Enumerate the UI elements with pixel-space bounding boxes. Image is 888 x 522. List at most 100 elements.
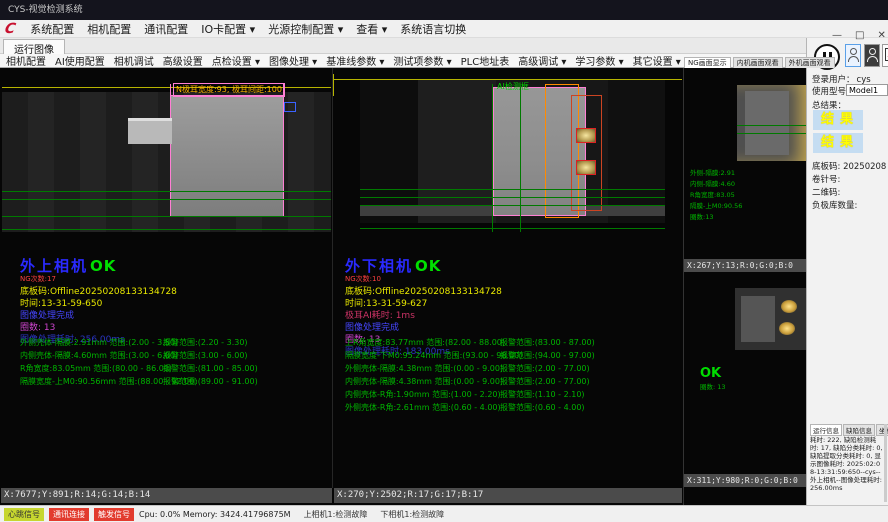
side-top-image[interactable] bbox=[737, 85, 808, 161]
side-bottom-coords: X:311;Y:980;R:0;G:0;B:0 bbox=[684, 474, 806, 487]
menu-light-config[interactable]: 光源控制配置 ▾ bbox=[268, 21, 343, 37]
left-measure-line-3 bbox=[2, 216, 331, 217]
side-bottom-part bbox=[741, 296, 775, 342]
exit-button[interactable]: → bbox=[882, 44, 888, 67]
tool-learn-params[interactable]: 学习参数 ▾ bbox=[575, 53, 623, 68]
user-icon bbox=[850, 48, 857, 55]
model-input[interactable] bbox=[846, 84, 888, 96]
tab-defect-info[interactable]: 缺陷信息 bbox=[843, 424, 875, 436]
login-user-button[interactable] bbox=[845, 44, 861, 67]
mid-cursor-coords: X:270;Y:2502;R:17;G:17;B:17 bbox=[334, 488, 682, 503]
tool-advanced-settings[interactable]: 高级设置 bbox=[163, 53, 203, 68]
tool-advanced-debug[interactable]: 高级调试 ▾ bbox=[518, 53, 566, 68]
side-bottom-image[interactable] bbox=[735, 288, 810, 350]
tool-baseline-params[interactable]: 基准线参数 ▾ bbox=[326, 53, 384, 68]
measurement-row: 上R角宽度:83.77mm 范围:(82.00 - 88.00) 报警范围:(8… bbox=[345, 337, 522, 350]
measurement-value: 内侧壳体-隔膜:4.38mm 范围:(0.00 - 9.00) bbox=[345, 377, 503, 386]
side-top-line-1 bbox=[737, 125, 808, 126]
machine-shadow bbox=[360, 80, 418, 223]
mid-camera-image[interactable] bbox=[360, 80, 665, 223]
left-ng-info: NG次数:17 bbox=[20, 275, 335, 283]
lower-camera-status: 下相机1:检测故障 bbox=[380, 509, 444, 520]
mid-camera-ok-status: OK bbox=[415, 257, 441, 275]
comm-badge: 通讯连接 bbox=[49, 508, 89, 521]
measurement-value: R角宽度:83.05mm 范围:(80.00 - 86.00) bbox=[20, 364, 172, 373]
mid-vline-2 bbox=[520, 84, 521, 232]
mid-vline-1 bbox=[492, 84, 493, 232]
left-loop-count: 圈数: 13 bbox=[20, 322, 335, 334]
side-top-part bbox=[745, 91, 789, 155]
side-view-tabs: NG画面显示 内机画面观看 外机画面观看 bbox=[684, 55, 806, 68]
left-camera-image[interactable] bbox=[2, 92, 331, 232]
tool-camera-debug[interactable]: 相机调试 bbox=[114, 53, 154, 68]
result-display-2: 结果 bbox=[813, 133, 863, 153]
app-window: CYS-视觉检测系统 C 系统配置 相机配置 通讯配置 IO卡配置 ▾ 光源控制… bbox=[0, 0, 888, 522]
tool-spot-check[interactable]: 点检设置 ▾ bbox=[212, 53, 260, 68]
mid-measure-line-4 bbox=[360, 228, 665, 229]
window-title: CYS-视觉检测系统 bbox=[8, 5, 83, 15]
ai-detect-label: AI检测框 bbox=[497, 81, 529, 92]
app-logo-icon: C bbox=[4, 22, 17, 36]
measurement-row: 隔膜宽度-上M0:90.56mm 范围:(88.00 - 92.00) 报警范围… bbox=[20, 376, 197, 389]
menu-language-switch[interactable]: 系统语言切换 bbox=[400, 21, 466, 37]
tab-highlight-spot-2 bbox=[576, 160, 596, 175]
measurement-alarm: 报警范围:(2.20 - 3.30) bbox=[163, 337, 248, 348]
tab-glow-1 bbox=[781, 300, 797, 313]
maximize-icon[interactable]: □ bbox=[855, 30, 864, 41]
side-top-measure-5: 圈数:13 bbox=[690, 212, 713, 223]
tab-run-info[interactable]: 运行信息 bbox=[810, 424, 842, 436]
tool-other-settings[interactable]: 其它设置 ▾ bbox=[633, 53, 681, 68]
menu-camera-config[interactable]: 相机配置 bbox=[87, 21, 131, 37]
tab-row: 运行图像 bbox=[0, 38, 806, 54]
menu-view[interactable]: 查看 ▾ bbox=[356, 21, 387, 37]
measurement-row: R角宽度:83.05mm 范围:(80.00 - 86.00) 报警范围:(81… bbox=[20, 363, 197, 376]
measurement-value: 内侧壳体-隔膜:4.60mm 范围:(3.00 - 6.00) bbox=[20, 351, 178, 360]
left-camera-name: 外上相机 bbox=[20, 257, 88, 275]
mid-measurements: 上R角宽度:83.77mm 范围:(82.00 - 88.00) 报警范围:(8… bbox=[345, 337, 522, 415]
tool-test-params[interactable]: 测试项参数 ▾ bbox=[393, 53, 451, 68]
tab-highlight-spot-1 bbox=[576, 128, 596, 143]
left-camera-title: 外上相机OK bbox=[20, 258, 335, 275]
window-controls: — □ ✕ bbox=[832, 30, 886, 41]
menu-io-config[interactable]: IO卡配置 ▾ bbox=[201, 21, 255, 37]
measurement-value: 外侧壳体-隔膜:2.91mm 范围:(2.00 - 3.50) bbox=[20, 338, 178, 347]
left-roi-line-a bbox=[170, 84, 171, 95]
neg-count-field: 负极库数量: bbox=[812, 199, 857, 211]
menu-bar: C 系统配置 相机配置 通讯配置 IO卡配置 ▾ 光源控制配置 ▾ 查看 ▾ 系… bbox=[0, 20, 888, 38]
menu-system-config[interactable]: 系统配置 bbox=[30, 21, 74, 37]
mid-measure-line-2 bbox=[360, 197, 665, 198]
tool-plc-address[interactable]: PLC地址表 bbox=[461, 53, 510, 68]
cpu-memory-text: Cpu: 0.0% Memory: 3424.41796875M bbox=[139, 510, 291, 519]
operator-button[interactable] bbox=[864, 44, 880, 67]
tool-image-process[interactable]: 图像处理 ▾ bbox=[269, 53, 317, 68]
log-scrollbar[interactable] bbox=[884, 424, 887, 502]
upper-camera-status: 上相机1:检测故障 bbox=[304, 509, 368, 520]
left-measure-line-4 bbox=[2, 229, 331, 230]
tool-ai-config[interactable]: AI使用配置 bbox=[55, 53, 105, 68]
measurement-alarm: 报警范围:(0.60 - 4.00) bbox=[500, 402, 585, 413]
tab-ng-view[interactable]: NG画面显示 bbox=[684, 57, 731, 68]
tab-glow-2 bbox=[779, 322, 795, 335]
left-measure-line-1 bbox=[2, 191, 331, 192]
left-measurements: 外侧壳体-隔膜:2.91mm 范围:(2.00 - 3.50) 报警范围:(2.… bbox=[20, 337, 197, 389]
info-tabs: 运行信息 缺陷信息 坐标信息 bbox=[810, 424, 888, 436]
status-bar: 心跳信号 通讯连接 触发信号 Cpu: 0.0% Memory: 3424.41… bbox=[0, 505, 888, 522]
close-icon[interactable]: ✕ bbox=[877, 30, 885, 41]
mid-ai-time: 极耳AI耗时: 1ms bbox=[345, 310, 660, 322]
menu-comm-config[interactable]: 通讯配置 bbox=[144, 21, 188, 37]
measurement-value: 内侧壳体-R角:1.90mm 范围:(1.00 - 2.20) bbox=[345, 390, 501, 399]
minimize-icon[interactable]: — bbox=[832, 30, 842, 41]
tab-inner-view[interactable]: 内机画面观看 bbox=[733, 57, 783, 68]
measurement-value: 外侧壳体-隔膜:4.38mm 范围:(0.00 - 9.00) bbox=[345, 364, 503, 373]
heartbeat-badge: 心跳信号 bbox=[4, 508, 44, 521]
tool-camera-config[interactable]: 相机配置 bbox=[6, 53, 46, 68]
left-board-code: 底板码:Offline20250208133134728 bbox=[20, 286, 335, 298]
measurement-alarm: 报警范围:(2.00 - 77.00) bbox=[500, 363, 590, 374]
mid-time: 时间:13-31-59-627 bbox=[345, 298, 660, 310]
tab-outer-view[interactable]: 外机画面观看 bbox=[785, 57, 835, 68]
measurement-alarm: 报警范围:(81.00 - 85.00) bbox=[163, 363, 258, 374]
side-top-measure-3: R角宽度:83.05 bbox=[690, 190, 735, 201]
left-connector-shape bbox=[128, 118, 172, 144]
measurement-value: 隔膜宽度-下M0:95.24mm 范围:(93.00 - 98.00) bbox=[345, 351, 522, 360]
measurement-alarm: 报警范围:(83.00 - 87.00) bbox=[500, 337, 595, 348]
